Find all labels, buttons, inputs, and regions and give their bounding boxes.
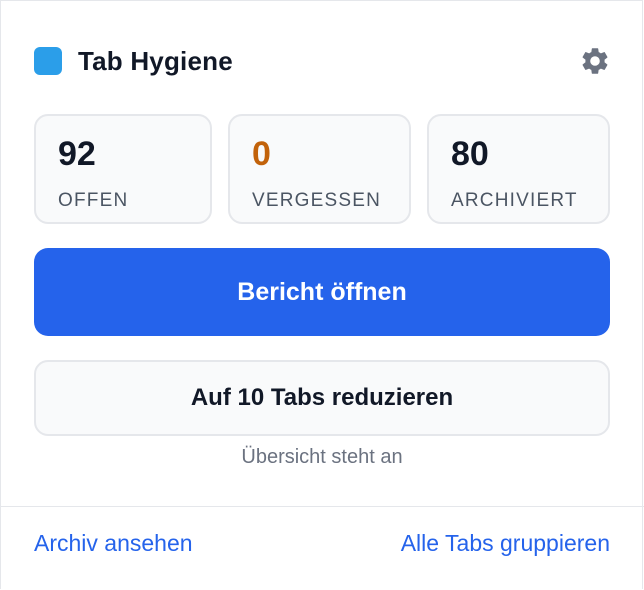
- settings-button[interactable]: [578, 44, 612, 78]
- stat-open: 92 OFFEN: [34, 114, 212, 224]
- stats-row: 92 OFFEN 0 VERGESSEN 80 ARCHIVIERT: [34, 114, 610, 224]
- stat-archived: 80 ARCHIVIERT: [427, 114, 610, 224]
- stat-archived-label: ARCHIVIERT: [451, 190, 578, 211]
- stat-open-value: 92: [58, 135, 96, 173]
- header: Tab Hygiene: [34, 40, 610, 82]
- status-note: Übersicht steht an: [241, 446, 403, 468]
- stat-forgotten: 0 VERGESSEN: [228, 114, 411, 224]
- stat-forgotten-label: VERGESSEN: [252, 190, 382, 211]
- brand-logo: [34, 47, 62, 75]
- footer-divider: [0, 506, 644, 507]
- group-all-tabs-link[interactable]: Alle Tabs gruppieren: [401, 530, 610, 557]
- app-title: Tab Hygiene: [78, 45, 233, 76]
- open-report-button[interactable]: Bericht öffnen: [34, 248, 610, 336]
- stat-open-label: OFFEN: [58, 190, 129, 211]
- gear-icon: [582, 48, 608, 74]
- reduce-tabs-button[interactable]: Auf 10 Tabs reduzieren: [34, 360, 610, 436]
- stat-archived-value: 80: [451, 135, 489, 173]
- view-archive-link[interactable]: Archiv ansehen: [34, 530, 193, 557]
- stat-forgotten-value: 0: [252, 135, 271, 173]
